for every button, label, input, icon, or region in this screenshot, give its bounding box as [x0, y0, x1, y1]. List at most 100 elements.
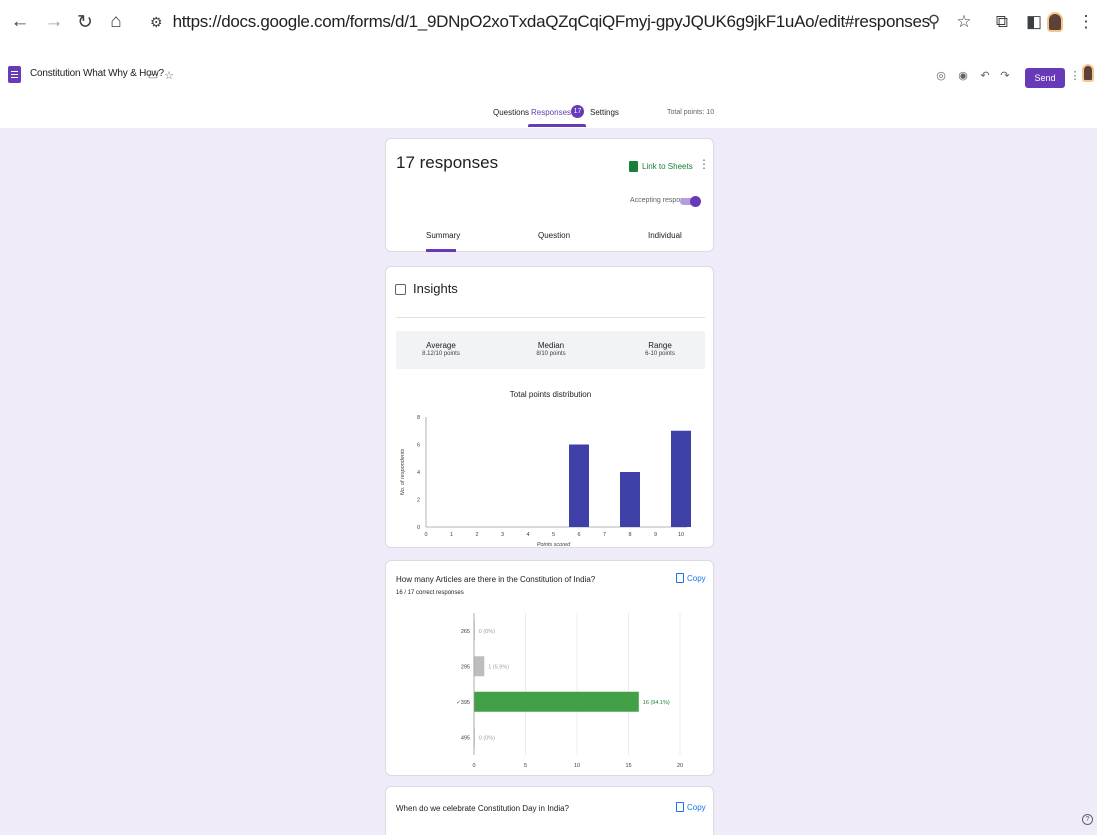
redo-icon[interactable]: ↷	[998, 68, 1012, 82]
more-options-icon[interactable]: ⋮	[1068, 68, 1082, 82]
y-axis-title: No. of respondents	[400, 449, 406, 496]
extensions-icon[interactable]: ⧉	[990, 10, 1014, 34]
stat-value: 8/10 points	[536, 351, 566, 357]
forward-icon[interactable]: →	[42, 10, 66, 34]
forms-header: Constitution What Why & How? ▭ ☆ ◎ ◉ ↶ ↷…	[0, 62, 1097, 96]
category-label: 265	[461, 629, 470, 635]
copy-label: Copy	[687, 573, 706, 583]
forms-logo-icon[interactable]	[8, 66, 21, 83]
question-title: How many Articles are there in the Const…	[396, 575, 596, 584]
x-tick-label: 0	[424, 532, 427, 538]
x-tick-label: 4	[526, 532, 529, 538]
accepting-responses-toggle[interactable]	[680, 196, 701, 207]
responses-count-badge: 17	[571, 105, 584, 118]
link-to-sheets-label: Link to Sheets	[642, 162, 693, 171]
zoom-icon[interactable]: ⚲	[922, 10, 946, 34]
insights-icon	[395, 284, 406, 295]
account-avatar[interactable]	[1082, 64, 1094, 82]
move-folder-icon[interactable]: ▭	[146, 68, 160, 82]
total-points: Total points: 10	[667, 109, 715, 116]
tab-responses[interactable]: Responses	[531, 108, 571, 117]
x-tick-label: 2	[475, 532, 478, 538]
insights-title: Insights	[413, 281, 458, 296]
address-bar[interactable]: ⚙ https://docs.google.com/forms/d/1_9DNp…	[150, 6, 930, 38]
active-tab-indicator	[528, 124, 586, 127]
tab-summary[interactable]: Summary	[426, 231, 460, 240]
home-icon[interactable]: ⌂	[104, 10, 128, 34]
star-icon[interactable]: ☆	[162, 68, 176, 82]
category-label: ✓395	[456, 700, 470, 706]
browser-toolbar: ← → ↻ ⌂ ⚙ https://docs.google.com/forms/…	[0, 0, 1097, 44]
bookmark-star-icon[interactable]: ☆	[952, 10, 976, 34]
bar-value-label: 1 (5.9%)	[488, 664, 509, 670]
bar-value-label: 0 (0%)	[479, 629, 495, 635]
stat-label: Average	[426, 341, 456, 350]
stat-label: Range	[648, 341, 672, 350]
undo-icon[interactable]: ↶	[978, 68, 992, 82]
stat-label: Median	[537, 341, 565, 350]
question-title: When do we celebrate Constitution Day in…	[396, 804, 569, 813]
x-tick-label: 20	[677, 763, 683, 769]
y-tick-label: 2	[417, 498, 420, 504]
toggle-knob	[690, 196, 701, 207]
answers-bar-chart: 0 5 10 15 20 265 0 (0%) 295 1 (5.9%) ✓395 16 (94.1…	[456, 613, 683, 769]
correct-responses: 16 / 17 correct responses	[396, 590, 464, 596]
x-tick-label: 9	[654, 532, 657, 538]
x-tick-label: 0	[472, 763, 475, 769]
responses-card: 17 responses Link to Sheets ⋮ Accepting …	[385, 138, 714, 252]
responses-count: 17 responses	[396, 153, 499, 172]
form-tabs: Questions Responses 17 Settings Total po…	[0, 104, 1097, 128]
reload-icon[interactable]: ↻	[73, 10, 97, 34]
responses-workspace: 17 responses Link to Sheets ⋮ Accepting …	[0, 128, 1097, 835]
profile-avatar[interactable]	[1043, 10, 1067, 34]
x-tick-label: 1	[450, 532, 453, 538]
stat-value: 6-10 points	[645, 351, 675, 357]
responses-more-icon[interactable]: ⋮	[698, 157, 710, 171]
copy-icon	[676, 573, 684, 583]
stats-box: Average 8.12/10 points Median 8/10 point…	[396, 331, 705, 369]
x-tick-label: 3	[501, 532, 504, 538]
tab-individual[interactable]: Individual	[648, 231, 682, 240]
x-tick-label: 8	[628, 532, 631, 538]
back-icon[interactable]: ←	[8, 10, 32, 34]
y-tick-label: 4	[417, 470, 420, 476]
bar	[474, 691, 639, 712]
copy-chart-button[interactable]: Copy	[676, 573, 706, 583]
x-tick-label: 7	[603, 532, 606, 538]
link-to-sheets-button[interactable]: Link to Sheets	[629, 161, 693, 172]
tab-question[interactable]: Question	[538, 231, 570, 240]
bar	[620, 472, 640, 527]
form-title[interactable]: Constitution What Why & How?	[30, 68, 164, 79]
x-tick-label: 5	[524, 763, 527, 769]
sheets-icon	[629, 161, 638, 172]
copy-chart-button[interactable]: Copy	[676, 802, 706, 812]
x-tick-label: 6	[577, 532, 580, 538]
browser-menu-icon[interactable]: ⋮	[1074, 10, 1097, 34]
question-card: How many Articles are there in the Const…	[385, 560, 714, 776]
send-button[interactable]: Send	[1025, 68, 1065, 88]
tab-questions[interactable]: Questions	[493, 108, 529, 117]
url-text[interactable]: https://docs.google.com/forms/d/1_9DNpO2…	[173, 12, 931, 32]
bar-value-label: 0 (0%)	[479, 735, 495, 741]
site-settings-icon[interactable]: ⚙	[150, 14, 163, 31]
y-tick-label: 6	[417, 443, 420, 449]
stat-average: Average 8.12/10 points	[396, 341, 486, 357]
tab-settings[interactable]: Settings	[590, 108, 619, 117]
copy-icon	[676, 802, 684, 812]
preview-icon[interactable]: ◉	[956, 68, 970, 82]
copy-label: Copy	[687, 802, 706, 812]
insights-card: Insights Average 8.12/10 points Median 8…	[385, 266, 714, 548]
customize-theme-icon[interactable]: ◎	[934, 68, 948, 82]
y-tick-label: 0	[417, 525, 420, 531]
x-tick-label: 10	[678, 532, 684, 538]
category-label: 295	[461, 664, 470, 670]
points-distribution-chart: 0 2 4 6 8 0 1 2 3 4 5 6 7 8 9 10 Points scored No. of res…	[400, 415, 691, 548]
x-tick-label: 5	[552, 532, 555, 538]
distribution-title: Total points distribution	[509, 390, 592, 399]
x-tick-label: 15	[625, 763, 631, 769]
help-icon[interactable]: ?	[1082, 814, 1093, 825]
question-card: When do we celebrate Constitution Day in…	[385, 786, 714, 835]
category-label: 495	[461, 735, 470, 741]
x-tick-label: 10	[574, 763, 580, 769]
bar	[569, 444, 589, 527]
